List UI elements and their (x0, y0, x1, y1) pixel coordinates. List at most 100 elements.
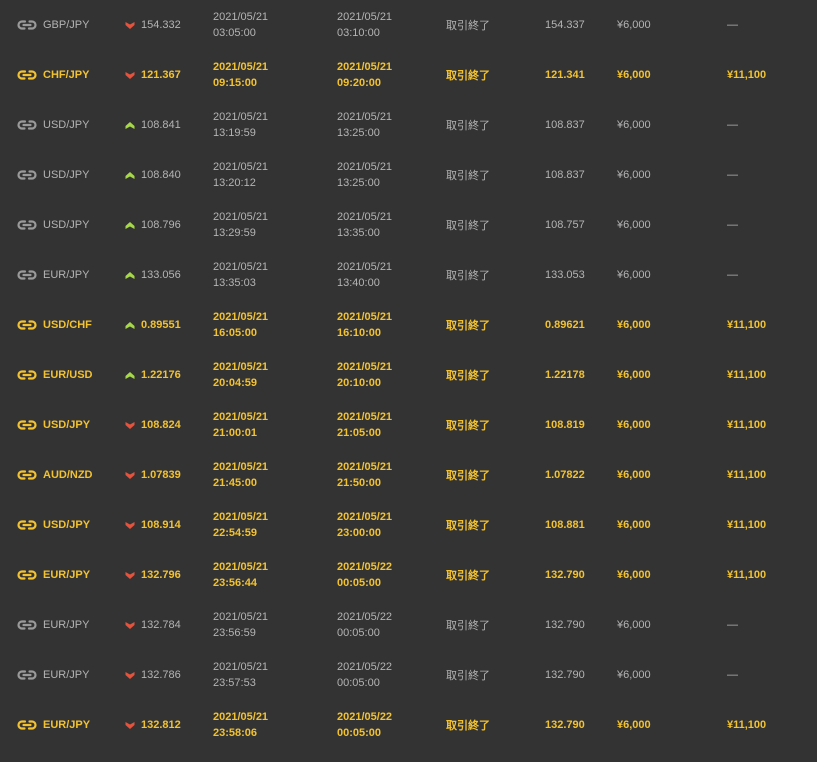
low-arrow-icon (125, 450, 137, 500)
trade-row[interactable]: USD/JPY 108.914 2021/05/21 22:54:59 2021… (0, 500, 817, 550)
status-label: 取引終了 (446, 270, 490, 282)
end-date: 2021/05/21 (337, 61, 393, 73)
trade-row[interactable]: USD/CHF 0.89551 2021/05/21 16:05:00 2021… (0, 300, 817, 350)
entry-rate: 132.812 (141, 719, 181, 731)
end-datetime: 2021/05/21 16:10:00 (337, 300, 392, 350)
trade-row[interactable]: USD/JPY 108.796 2021/05/21 13:29:59 2021… (0, 200, 817, 250)
trade-row[interactable]: AUD/NZD 1.07839 2021/05/21 21:45:00 2021… (0, 450, 817, 500)
start-time: 22:54:59 (213, 527, 258, 539)
start-date: 2021/05/21 (213, 611, 269, 623)
start-datetime: 2021/05/21 13:35:03 (213, 250, 268, 300)
close-rate: 0.89621 (545, 319, 585, 331)
link-icon (16, 550, 38, 600)
trade-row[interactable]: EUR/JPY 132.812 2021/05/21 23:58:06 2021… (0, 700, 817, 750)
trade-row[interactable]: USD/JPY 108.841 2021/05/21 13:19:59 2021… (0, 100, 817, 150)
close-rate: 108.757 (545, 219, 585, 231)
entry-rate: 1.22176 (141, 369, 181, 381)
trade-row[interactable]: EUR/JPY 133.056 2021/05/21 13:35:03 2021… (0, 250, 817, 300)
payout: — (727, 169, 738, 181)
trade-row[interactable]: EUR/JPY 132.784 2021/05/21 23:56:59 2021… (0, 600, 817, 650)
start-datetime: 2021/05/21 22:54:59 (213, 500, 268, 550)
end-time: 03:10:00 (337, 27, 380, 39)
end-date: 2021/05/21 (337, 161, 393, 173)
start-datetime: 2021/05/21 23:57:53 (213, 650, 268, 700)
entry-rate: 132.796 (141, 569, 181, 581)
end-date: 2021/05/21 (337, 411, 393, 423)
entry-rate: 0.89551 (141, 319, 181, 331)
end-datetime: 2021/05/21 13:35:00 (337, 200, 392, 250)
close-rate: 132.790 (545, 719, 585, 731)
start-time: 21:45:00 (213, 477, 258, 489)
currency-pair: EUR/JPY (43, 669, 90, 681)
end-date: 2021/05/22 (337, 561, 393, 573)
trade-row[interactable]: GBP/JPY 154.332 2021/05/21 03:05:00 2021… (0, 0, 817, 50)
entry-rate: 132.784 (141, 619, 181, 631)
start-time: 13:35:03 (213, 277, 256, 289)
status-label: 取引終了 (446, 520, 490, 532)
currency-pair: USD/JPY (43, 519, 91, 531)
end-datetime: 2021/05/22 00:05:00 (337, 600, 392, 650)
start-time: 23:56:59 (213, 627, 256, 639)
trade-history-table: GBP/JPY 154.332 2021/05/21 03:05:00 2021… (0, 0, 817, 750)
close-rate: 132.790 (545, 569, 585, 581)
end-datetime: 2021/05/21 03:10:00 (337, 0, 392, 50)
trade-row[interactable]: CHF/JPY 121.367 2021/05/21 09:15:00 2021… (0, 50, 817, 100)
close-rate: 1.07822 (545, 469, 585, 481)
end-time: 23:00:00 (337, 527, 382, 539)
purchase-amount: ¥6,000 (617, 19, 651, 31)
start-time: 03:05:00 (213, 27, 256, 39)
entry-rate: 108.824 (141, 419, 181, 431)
currency-pair: EUR/JPY (43, 569, 91, 581)
currency-pair: USD/JPY (43, 169, 90, 181)
payout: — (727, 119, 738, 131)
end-datetime: 2021/05/21 23:00:00 (337, 500, 392, 550)
purchase-amount: ¥6,000 (617, 169, 651, 181)
close-rate: 132.790 (545, 619, 585, 631)
low-arrow-icon (125, 50, 137, 100)
end-date: 2021/05/21 (337, 261, 393, 273)
trade-row[interactable]: EUR/JPY 132.786 2021/05/21 23:57:53 2021… (0, 650, 817, 700)
start-date: 2021/05/21 (213, 461, 269, 473)
link-icon (16, 100, 38, 150)
entry-rate: 132.786 (141, 669, 181, 681)
payout: ¥11,100 (727, 719, 767, 731)
status-label: 取引終了 (446, 670, 490, 682)
link-icon (16, 200, 38, 250)
currency-pair: CHF/JPY (43, 69, 90, 81)
link-icon (16, 500, 38, 550)
trade-row[interactable]: USD/JPY 108.840 2021/05/21 13:20:12 2021… (0, 150, 817, 200)
link-icon (16, 150, 38, 200)
end-datetime: 2021/05/22 00:05:00 (337, 650, 392, 700)
low-arrow-icon (125, 550, 137, 600)
payout: ¥11,100 (727, 469, 767, 481)
payout: ¥11,100 (727, 319, 767, 331)
trade-row[interactable]: USD/JPY 108.824 2021/05/21 21:00:01 2021… (0, 400, 817, 450)
end-datetime: 2021/05/21 21:50:00 (337, 450, 392, 500)
start-datetime: 2021/05/21 13:20:12 (213, 150, 268, 200)
status-label: 取引終了 (446, 620, 490, 632)
start-datetime: 2021/05/21 13:29:59 (213, 200, 268, 250)
start-time: 13:29:59 (213, 227, 256, 239)
purchase-amount: ¥6,000 (617, 619, 651, 631)
payout: — (727, 19, 738, 31)
end-time: 16:10:00 (337, 327, 382, 339)
start-time: 13:19:59 (213, 127, 256, 139)
end-date: 2021/05/22 (337, 661, 393, 673)
purchase-amount: ¥6,000 (617, 669, 651, 681)
payout: ¥11,100 (727, 419, 767, 431)
link-icon (16, 350, 38, 400)
end-time: 00:05:00 (337, 677, 380, 689)
start-datetime: 2021/05/21 23:58:06 (213, 700, 268, 750)
trade-row[interactable]: EUR/JPY 132.796 2021/05/21 23:56:44 2021… (0, 550, 817, 600)
start-datetime: 2021/05/21 23:56:44 (213, 550, 268, 600)
high-arrow-icon (125, 150, 137, 200)
start-date: 2021/05/21 (213, 311, 269, 323)
currency-pair: GBP/JPY (43, 19, 90, 31)
link-icon (16, 250, 38, 300)
currency-pair: EUR/JPY (43, 719, 91, 731)
entry-rate: 108.840 (141, 169, 181, 181)
trade-row[interactable]: EUR/USD 1.22176 2021/05/21 20:04:59 2021… (0, 350, 817, 400)
currency-pair: USD/JPY (43, 119, 90, 131)
end-datetime: 2021/05/21 13:25:00 (337, 100, 392, 150)
end-datetime: 2021/05/22 00:05:00 (337, 700, 392, 750)
